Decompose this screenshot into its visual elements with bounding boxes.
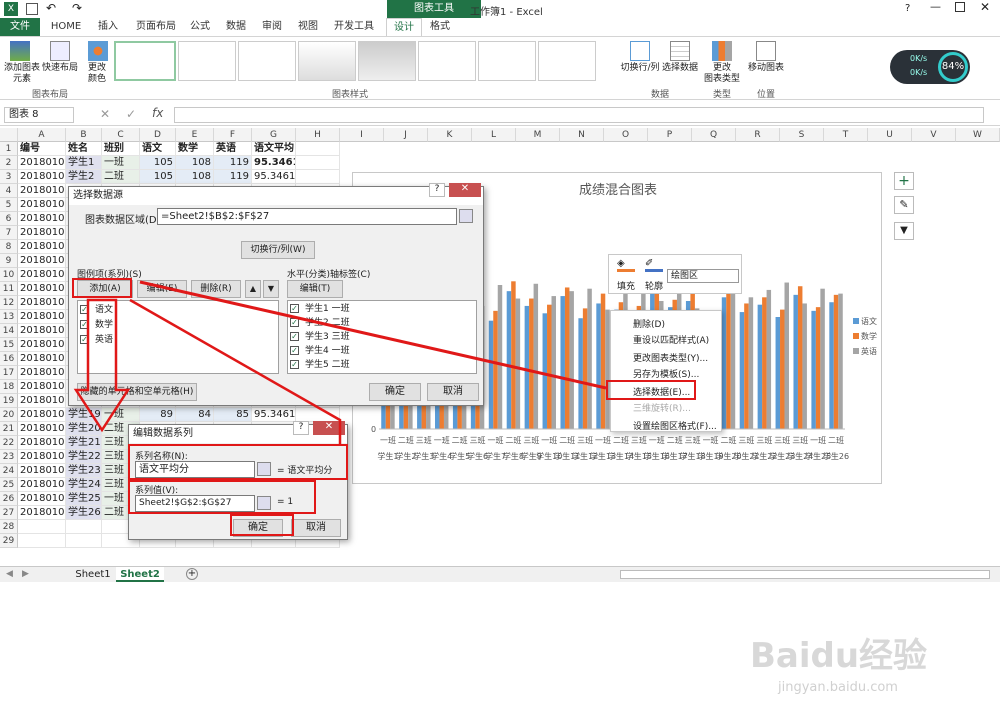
horizontal-scrollbar[interactable] [620,570,990,579]
sheet-tab-sheet1[interactable]: Sheet1 [70,567,116,582]
watermark: Baidu经验 jingyan.baidu.com [750,628,990,708]
watermark-url: jingyan.baidu.com [778,680,898,695]
add-sheet-icon[interactable]: + [186,568,198,580]
sheet-tab-bar: ◀ ▶ Sheet1 Sheet2 + [0,566,1000,582]
annotation-arrows [73,280,607,444]
watermark-brand: Baidu经验 [750,636,928,676]
arrow-down-icon [73,298,131,433]
next-sheet-icon[interactable]: ▶ [22,569,29,579]
sheet-tab-sheet2[interactable]: Sheet2 [116,567,164,582]
arrow-menu-to-add [139,280,607,390]
prev-sheet-icon[interactable]: ◀ [6,569,13,579]
